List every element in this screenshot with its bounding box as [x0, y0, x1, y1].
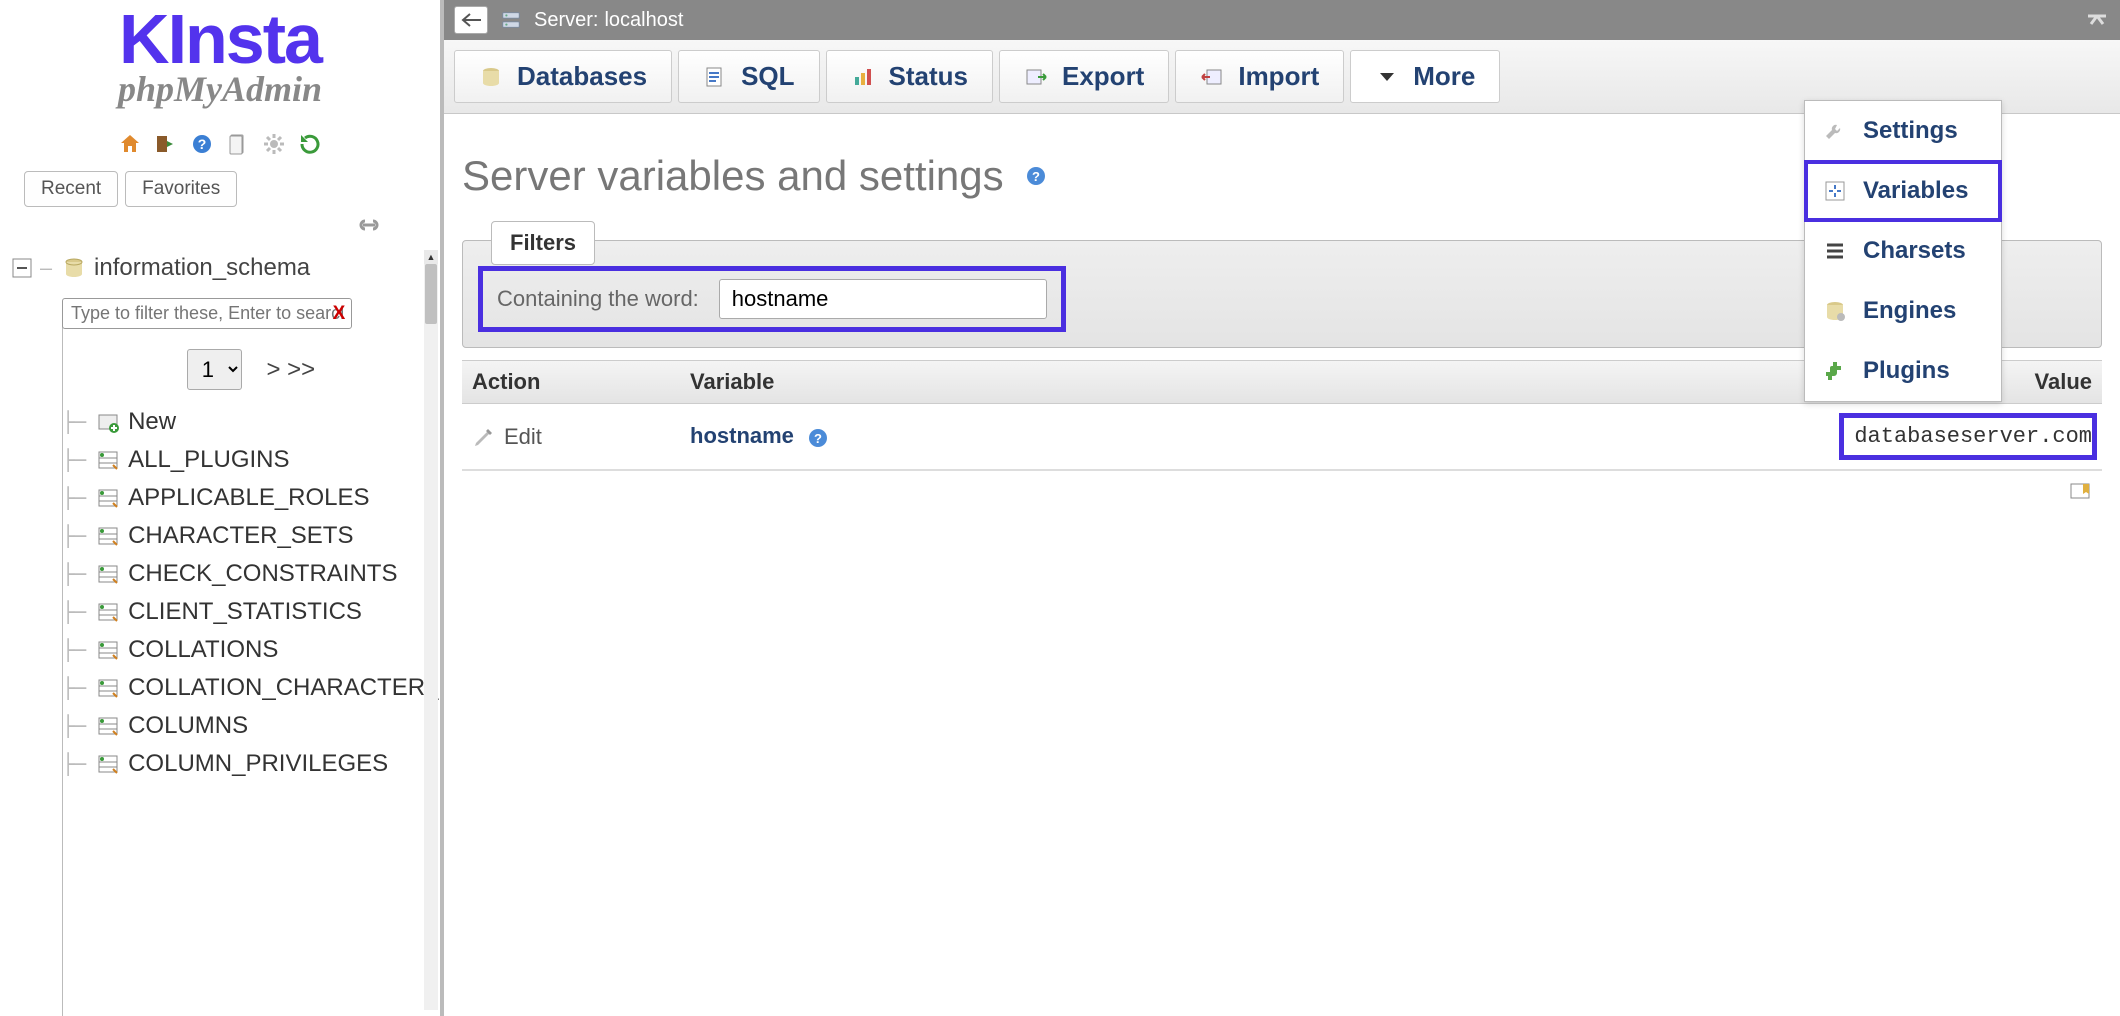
- status-icon: [851, 65, 875, 89]
- scrollbar-thumb[interactable]: [425, 264, 437, 324]
- col-action: Action: [472, 369, 690, 395]
- tab-export[interactable]: Export: [999, 50, 1169, 103]
- new-icon: [96, 410, 120, 434]
- help-icon[interactable]: ?: [190, 132, 214, 156]
- chevron-down-icon: [1375, 65, 1399, 89]
- scroll-up-icon[interactable]: ▲: [424, 250, 438, 264]
- tree-item[interactable]: ├─COLUMNS: [62, 712, 440, 740]
- variables-icon: [1823, 179, 1847, 203]
- recent-tab[interactable]: Recent: [24, 171, 118, 207]
- menu-settings[interactable]: Settings: [1805, 101, 2001, 161]
- collapse-panel-icon[interactable]: [2084, 10, 2110, 30]
- table-row: Edit hostname ? databaseserver.com: [462, 404, 2102, 471]
- db-tree: — information_schema X 1 > >> ├─ New: [12, 254, 440, 778]
- database-icon: [479, 65, 503, 89]
- sidebar-scrollbar[interactable]: ▲: [424, 264, 438, 1010]
- table-icon: [96, 638, 120, 662]
- tab-sql[interactable]: SQL: [678, 50, 819, 103]
- new-label: New: [128, 408, 176, 436]
- db-name: information_schema: [94, 254, 310, 282]
- export-icon: [1024, 65, 1048, 89]
- menu-engines[interactable]: Engines: [1805, 281, 2001, 341]
- tree-item[interactable]: ├─CLIENT_STATISTICS: [62, 598, 440, 626]
- sidebar-toolbar: ?: [0, 132, 440, 159]
- brand-logo: KInsta: [0, 4, 440, 74]
- import-icon: [1200, 65, 1224, 89]
- new-table-link[interactable]: ├─ New: [62, 408, 440, 436]
- table-icon: [96, 448, 120, 472]
- svg-text:?: ?: [1032, 169, 1040, 184]
- tree-item[interactable]: ├─CHECK_CONSTRAINTS: [62, 560, 440, 588]
- docs-icon[interactable]: [226, 132, 250, 156]
- filters-legend: Filters: [491, 221, 595, 265]
- menu-charsets[interactable]: Charsets: [1805, 221, 2001, 281]
- breadcrumb-server[interactable]: localhost: [604, 9, 683, 32]
- tab-databases[interactable]: Databases: [454, 50, 672, 103]
- tree-item[interactable]: ├─APPLICABLE_ROLES: [62, 484, 440, 512]
- table-icon: [96, 524, 120, 548]
- tree-item[interactable]: ├─COLLATION_CHARACTER_: [62, 674, 440, 702]
- help-icon[interactable]: ?: [806, 426, 830, 450]
- variable-value: databaseserver.com: [1844, 418, 2092, 455]
- tree-item[interactable]: ├─COLLATIONS: [62, 636, 440, 664]
- page-next[interactable]: > >>: [266, 356, 315, 383]
- table-icon: [96, 752, 120, 776]
- tree-pager: 1 > >>: [62, 349, 440, 390]
- tree-item[interactable]: ├─CHARACTER_SETS: [62, 522, 440, 550]
- reload-icon[interactable]: [298, 132, 322, 156]
- tab-status[interactable]: Status: [826, 50, 993, 103]
- server-icon: [500, 9, 522, 31]
- col-variable: Variable: [690, 369, 1350, 395]
- bookmark-icon[interactable]: [2068, 481, 2092, 505]
- gear-icon[interactable]: [262, 132, 286, 156]
- engines-icon: [1823, 299, 1847, 323]
- collapse-icon[interactable]: [12, 258, 32, 278]
- tree-item[interactable]: ├─COLUMN_PRIVILEGES: [62, 750, 440, 778]
- more-menu: Settings Variables Charsets Engines Plug…: [1804, 100, 2002, 402]
- pencil-icon: [472, 425, 496, 449]
- help-icon[interactable]: ?: [1024, 164, 1048, 188]
- menu-variables[interactable]: Variables: [1805, 161, 2001, 221]
- table-icon: [96, 676, 120, 700]
- table-icon: [96, 600, 120, 624]
- plugin-icon: [1823, 359, 1847, 383]
- sidebar: KInsta phpMyAdmin ? Recent Favorites — i…: [0, 0, 444, 1016]
- edit-action[interactable]: Edit: [472, 424, 690, 450]
- filter-input[interactable]: [719, 279, 1047, 319]
- logout-icon[interactable]: [154, 132, 178, 156]
- brand-subtitle: phpMyAdmin: [0, 68, 440, 110]
- table-icon: [96, 562, 120, 586]
- database-icon: [62, 256, 86, 280]
- tree-filter-input[interactable]: [62, 298, 352, 329]
- filter-row: Containing the word:: [483, 271, 1061, 327]
- tree-item[interactable]: ├─ALL_PLUGINS: [62, 446, 440, 474]
- favorites-tab[interactable]: Favorites: [125, 171, 237, 207]
- home-icon[interactable]: [118, 132, 142, 156]
- topbar: Server: localhost: [444, 0, 2120, 40]
- filter-label: Containing the word:: [497, 286, 699, 312]
- table-icon: [96, 714, 120, 738]
- db-node[interactable]: — information_schema: [12, 254, 440, 282]
- tab-more[interactable]: More: [1350, 50, 1500, 103]
- menu-plugins[interactable]: Plugins: [1805, 341, 2001, 401]
- svg-text:?: ?: [814, 431, 822, 446]
- table-icon: [96, 486, 120, 510]
- page-select[interactable]: 1: [187, 349, 242, 390]
- clear-filter-icon[interactable]: X: [333, 303, 346, 324]
- svg-text:?: ?: [198, 136, 207, 152]
- breadcrumb-prefix: Server:: [534, 9, 598, 32]
- tab-import[interactable]: Import: [1175, 50, 1344, 103]
- charsets-icon: [1823, 239, 1847, 263]
- link-icon[interactable]: [354, 215, 384, 235]
- main: Server: localhost Databases SQL Status E…: [444, 0, 2120, 1016]
- brand: KInsta phpMyAdmin: [0, 4, 440, 114]
- back-button[interactable]: [454, 6, 488, 34]
- sql-icon: [703, 65, 727, 89]
- variable-link[interactable]: hostname: [690, 423, 794, 448]
- wrench-icon: [1823, 119, 1847, 143]
